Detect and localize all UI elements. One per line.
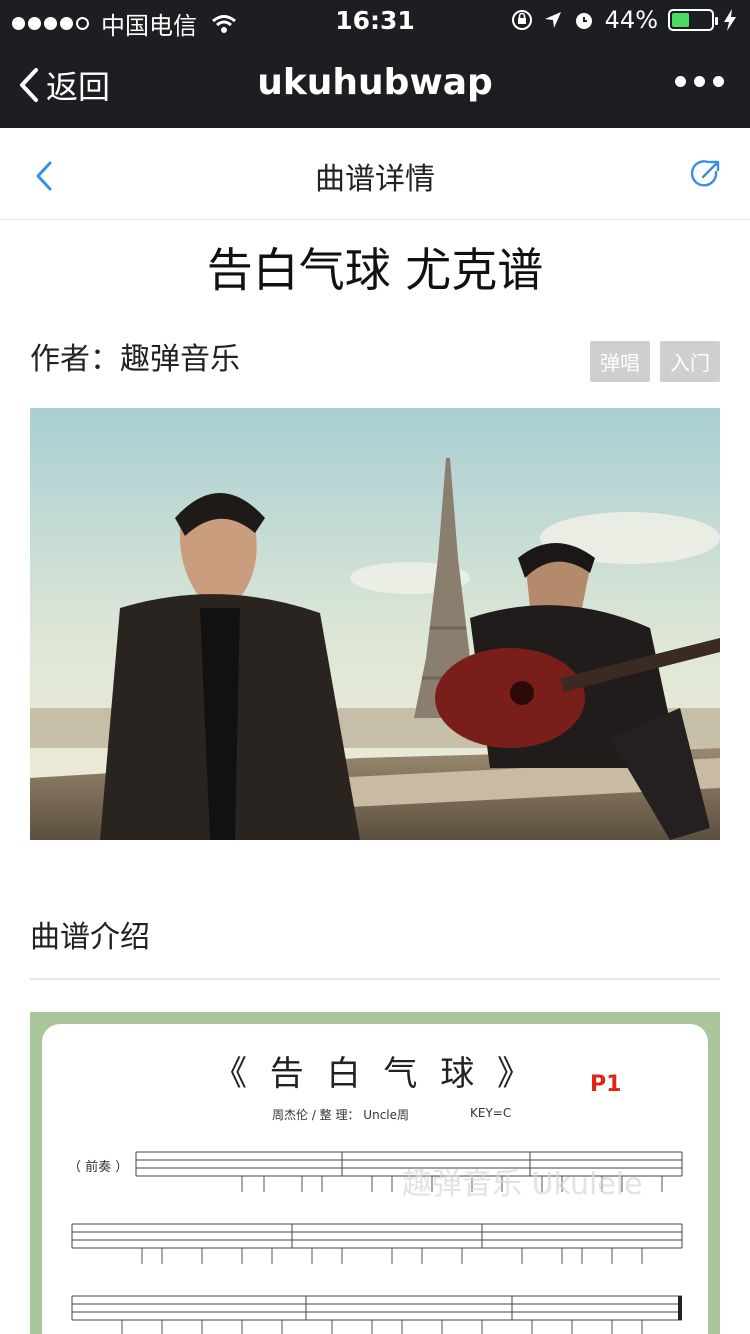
share-icon[interactable] [690,158,722,190]
tag-list: 弹唱 入门 [590,341,720,382]
page-header: 曲谱详情 [0,128,750,220]
battery-icon [668,9,718,31]
battery-percent: 44% [604,6,658,34]
charging-icon [724,9,736,31]
author-label: 作者：趣弹音乐 [30,342,240,377]
more-menu-button[interactable] [675,76,724,87]
page-title: 曲谱详情 [315,162,435,197]
tag-level: 入门 [660,341,720,382]
score-sheet-image: 《 告 白 气 球 》 P1 周杰伦 / 整 理： Uncle周 KEY=C （… [30,1012,720,1334]
nav-bar: 返回 ukuhubwap [0,40,750,128]
cover-image [30,408,720,840]
nav-title: ukuhubwap [257,62,493,103]
song-title: 告白气球 尤克谱 [206,243,544,297]
score-paper: 《 告 白 气 球 》 P1 周杰伦 / 整 理： Uncle周 KEY=C （… [42,1024,708,1334]
status-bar: 中国电信 16:31 44% [0,0,750,40]
location-icon [544,12,561,28]
section-title: 曲谱介绍 [30,920,150,955]
svg-text:趣弹音乐 Ukulele: 趣弹音乐 Ukulele [402,1167,643,1202]
tag-style[interactable]: 弹唱 [590,341,650,382]
tab-staves: 趣弹音乐 Ukulele [71,1151,683,1334]
rotation-lock-icon [511,10,532,30]
alarm-icon [575,13,592,29]
app-top-bar: 中国电信 16:31 44% 返回 ukuhubwap [0,0,750,128]
section-divider [30,978,720,980]
